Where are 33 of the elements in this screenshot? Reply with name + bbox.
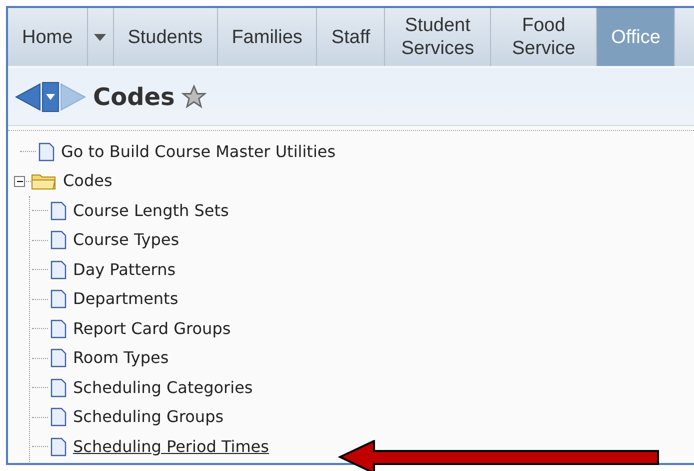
tree-link[interactable]: Room Types: [73, 346, 169, 370]
page-icon: [50, 200, 67, 221]
star-icon[interactable]: [180, 84, 207, 110]
nav-tab[interactable]: Staff: [317, 8, 386, 66]
nav-tab[interactable]: Home: [8, 8, 88, 66]
page-icon: [50, 348, 67, 368]
page-icon: [50, 436, 67, 457]
nav-tab[interactable]: Students: [114, 8, 218, 66]
tree-link[interactable]: Scheduling Groups: [73, 405, 224, 430]
page-icon: [50, 289, 67, 310]
tree-link[interactable]: Departments: [73, 287, 178, 312]
tree-link[interactable]: Scheduling Period Times: [73, 434, 269, 459]
nav-tab[interactable]: Student Services: [385, 8, 492, 66]
nav-tab[interactable]: Families: [218, 8, 318, 66]
tree-link[interactable]: Course Length Sets: [73, 198, 229, 223]
back-arrow-icon[interactable]: [14, 82, 42, 112]
caret-icon: [46, 94, 55, 100]
page-icon: [38, 142, 55, 162]
page-icon: [50, 378, 67, 398]
tree-link[interactable]: Go to Build Course Master Utilities: [61, 140, 336, 164]
tree-link[interactable]: Report Card Groups: [73, 316, 231, 341]
page-icon: [50, 230, 67, 250]
caret-icon: [94, 34, 106, 40]
tree-link[interactable]: Codes: [63, 169, 112, 194]
page-icon: [50, 260, 67, 280]
tree-link[interactable]: Day Patterns: [73, 258, 176, 282]
tree-link[interactable]: Course Types: [73, 228, 180, 252]
page-icon: [50, 407, 67, 428]
page-icon: [50, 318, 67, 339]
tree-link[interactable]: Scheduling Categories: [73, 376, 253, 400]
history-dropdown[interactable]: [42, 82, 59, 112]
page-title: Codes: [93, 82, 175, 112]
collapse-toggle[interactable]: [14, 176, 25, 187]
